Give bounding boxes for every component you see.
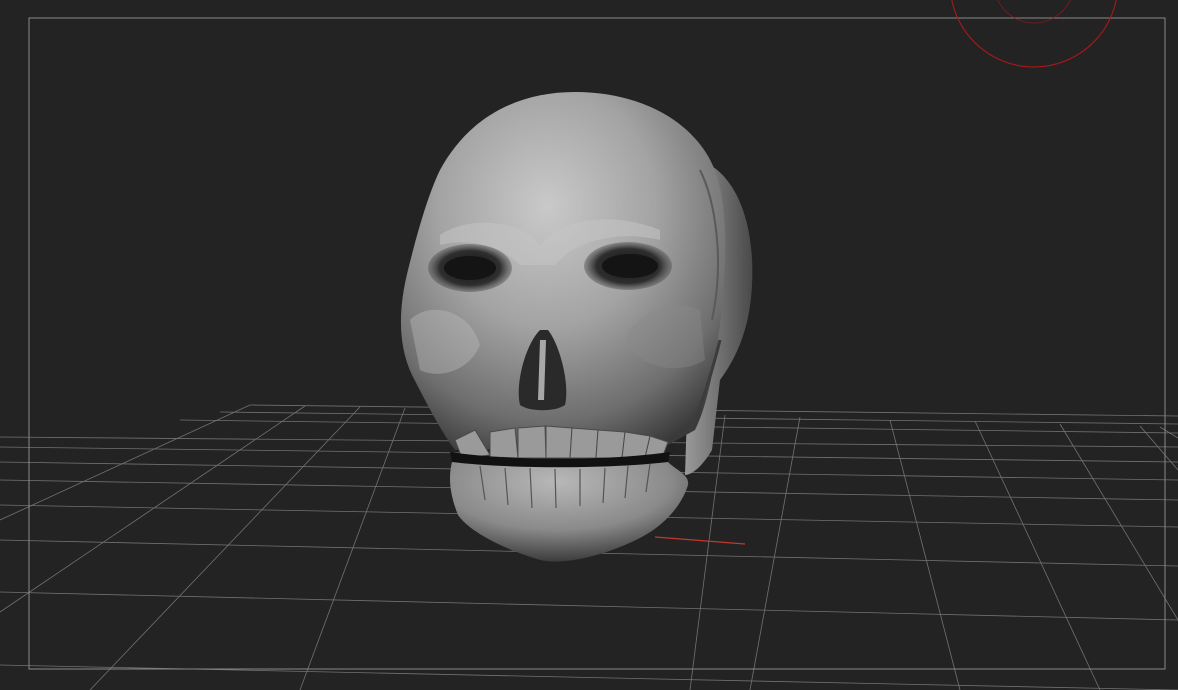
- brush-cursor-icon: [951, 0, 1117, 68]
- x-axis-line: [654, 536, 746, 545]
- 3d-viewport[interactable]: [0, 0, 1178, 690]
- skull-model[interactable]: [400, 92, 753, 562]
- viewport-canvas[interactable]: [0, 0, 1178, 690]
